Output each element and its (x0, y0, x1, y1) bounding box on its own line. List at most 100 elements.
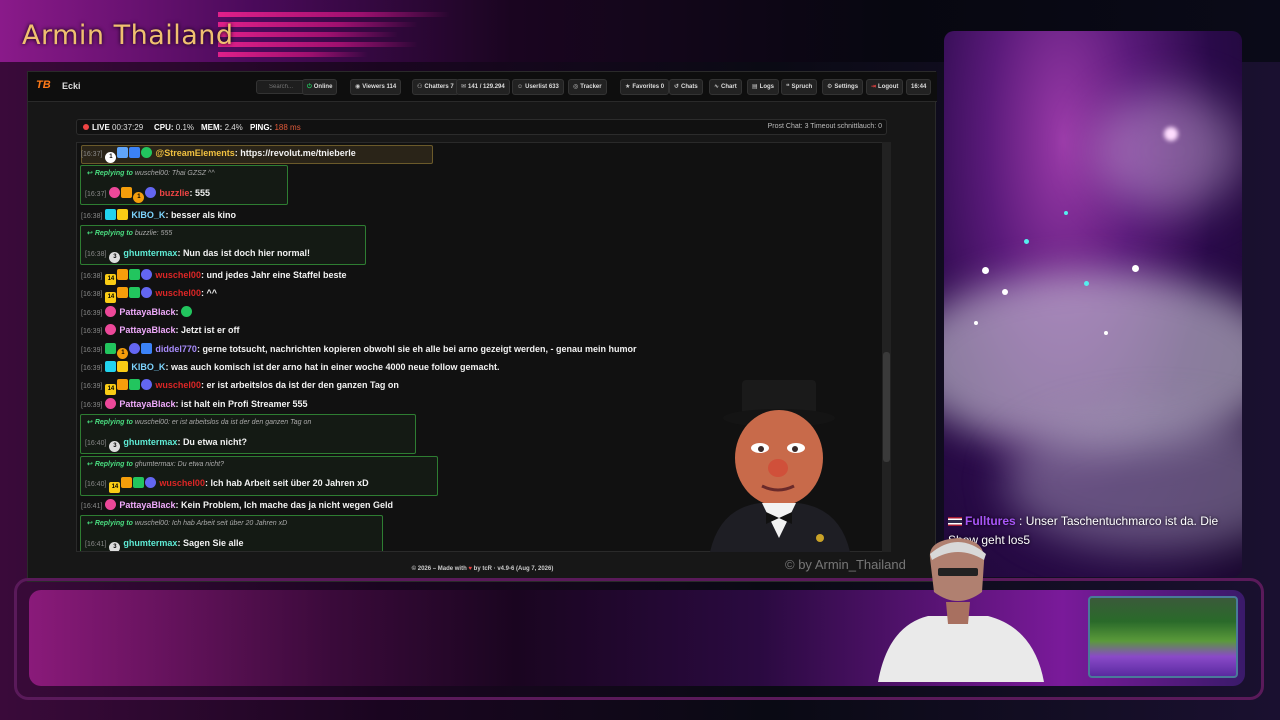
chat-message: [16:38] 3 ghumtermax: Nun das ist doch hie… (85, 245, 310, 263)
user-badge-icon (141, 269, 153, 280)
nav-userlist-button[interactable]: ☺ Userlist 633 (512, 79, 564, 95)
username[interactable]: PattayaBlack (119, 325, 175, 335)
glow-layer (1094, 91, 1242, 211)
user-badge-icon (117, 379, 129, 390)
username[interactable]: wuschel00 (155, 270, 201, 280)
user-badge-icon (129, 379, 141, 390)
reply-arrow-icon: ↩ (87, 520, 95, 527)
nav-settings-button[interactable]: ⚙ Settings (822, 79, 864, 95)
nav-label: 16:44 (911, 84, 927, 90)
username[interactable]: ghumtermax (123, 538, 177, 548)
status-right: Prost Chat: 3 Timeout schnittlauch: 0 (767, 123, 882, 130)
reply-header[interactable]: ↩ Replying to wuschel00: Thai GZSZ ^^ (87, 169, 215, 177)
timestamp: [16:38] (81, 291, 103, 298)
nav-chart-button[interactable]: ∿ Chart (709, 79, 742, 95)
username[interactable]: wuschel00 (155, 288, 201, 298)
reply-arrow-icon: ↩ (87, 230, 95, 237)
user-badge-icon: 3 (109, 542, 121, 551)
username[interactable]: diddel770 (155, 344, 197, 354)
replying-label: Replying to (94, 419, 133, 426)
message-text[interactable]: https://revolut.me/tnieberle (240, 148, 356, 158)
reply-target: ghumtermax: Du etwa nicht? (134, 461, 224, 468)
username[interactable]: PattayaBlack (119, 307, 175, 317)
chat-message: [16:39] 14 wuschel00: er ist arbeitslos da… (81, 377, 399, 395)
username[interactable]: PattayaBlack (119, 500, 175, 510)
chat-message: [16:38] 14 wuschel00: ^^ (81, 285, 217, 303)
user-badge-icon (129, 343, 141, 354)
nav-messages-button[interactable]: ✉ 141 / 129.294 (456, 79, 510, 95)
sparkle (1002, 289, 1008, 295)
message-text: Ich hab Arbeit seit über 20 Jahren xD (210, 478, 369, 488)
notice-user: Fulltures (965, 514, 1016, 528)
username[interactable]: KIBO_K (131, 362, 165, 372)
username[interactable]: @StreamElements (155, 148, 234, 158)
reply-header[interactable]: ↩ Replying to ghumtermax: Du etwa nicht? (87, 460, 224, 468)
user-badge-icon (141, 287, 153, 298)
timestamp: [16:39] (81, 402, 103, 409)
chat-message: [16:40] 14 wuschel00: Ich hab Arbeit seit … (85, 475, 369, 493)
navbar: TB Ecki ⚲ ⏻Online◉Viewers 114⚇Chatters 7… (28, 72, 937, 102)
sparkle (1104, 331, 1108, 335)
nav-clock-button[interactable]: 16:44 (906, 79, 932, 95)
nav-tracker-button[interactable]: ◎ Tracker (568, 79, 607, 95)
reply-arrow-icon: ↩ (87, 170, 95, 177)
mem-usage: MEM: 2.4% (201, 123, 243, 132)
username[interactable]: wuschel00 (159, 478, 205, 488)
message-text: Jetzt ist er off (180, 325, 240, 335)
username[interactable]: ghumtermax (123, 248, 177, 258)
background-art-panel (944, 31, 1242, 577)
nav-logs-button[interactable]: ▤ Logs (747, 79, 780, 95)
reply-target: wuschel00: Ich hab Arbeit seit über 20 J… (134, 520, 288, 527)
user-badge-icon (145, 477, 157, 488)
username[interactable]: PattayaBlack (119, 399, 175, 409)
notice-separator: : (1015, 514, 1026, 528)
user-badge-icon: 14 (105, 292, 117, 303)
nav-chats-button[interactable]: ↺ Chats (669, 79, 703, 95)
app-logo-icon[interactable]: TB (36, 79, 54, 95)
reply-header[interactable]: ↩ Replying to wuschel00: er ist arbeitsl… (87, 418, 311, 426)
history-icon: ↺ (674, 84, 680, 90)
file-icon: ▤ (752, 84, 758, 90)
user-badge-icon: 14 (109, 482, 121, 493)
username[interactable]: KIBO_K (131, 210, 165, 220)
chat-message: [16:39] PattayaBlack: ist halt ein Profi … (81, 396, 308, 412)
nav-online-button[interactable]: ⏻ Online (302, 79, 338, 95)
nav-viewers-button[interactable]: ◉ Viewers 114 (350, 79, 402, 95)
nav-label: Chatters 7 (424, 84, 454, 90)
user-badge-icon (105, 209, 117, 220)
nav-logout-button[interactable]: ⇥ Logout (866, 79, 904, 95)
user-badge-icon (141, 147, 153, 158)
scroll-thumb[interactable] (883, 352, 890, 462)
timestamp: [16:39] (81, 347, 103, 354)
reply-target: wuschel00: er ist arbeitslos da ist der … (134, 419, 312, 426)
nav-label: Online (313, 84, 333, 90)
username[interactable]: wuschel00 (155, 380, 201, 390)
message-text: Nun das ist doch hier normal! (182, 248, 310, 258)
chart-icon: ∿ (714, 84, 720, 90)
timestamp: [16:41] (85, 541, 107, 548)
eye-icon: ◉ (355, 84, 361, 90)
user-icon: ☺ (517, 84, 524, 90)
chat-message: [16:37] 1 @StreamElements: https://revolut… (81, 145, 356, 163)
reply-header[interactable]: ↩ Replying to buzzlie: 555 (87, 229, 172, 237)
radar-icon: ◎ (573, 84, 579, 90)
username[interactable]: buzzlie (159, 188, 189, 198)
reply-arrow-icon: ↩ (87, 419, 95, 426)
user-badge-icon: 14 (105, 274, 117, 285)
user-badge-icon (141, 379, 153, 390)
nav-label: Logs (759, 84, 775, 90)
user-badge-icon (105, 306, 117, 317)
timestamp: [16:40] (85, 440, 107, 447)
nav-label: Chats (681, 84, 698, 90)
timestamp: [16:39] (81, 365, 103, 372)
nav-spruch-button[interactable]: ❝ Spruch (781, 79, 818, 95)
chat-scrollbar[interactable] (882, 142, 891, 552)
gear-icon: ⚙ (827, 84, 833, 90)
nav-chatters-button[interactable]: ⚇ Chatters 7 (412, 79, 459, 95)
nav-favorites-button[interactable]: ★ Favorites 0 (620, 79, 670, 95)
username[interactable]: ghumtermax (123, 437, 177, 447)
chat-message: [16:39] PattayaBlack: (81, 304, 193, 320)
timestamp: [16:41] (81, 503, 103, 510)
reply-header[interactable]: ↩ Replying to wuschel00: Ich hab Arbeit … (87, 519, 287, 527)
user-badge-icon (105, 499, 117, 510)
